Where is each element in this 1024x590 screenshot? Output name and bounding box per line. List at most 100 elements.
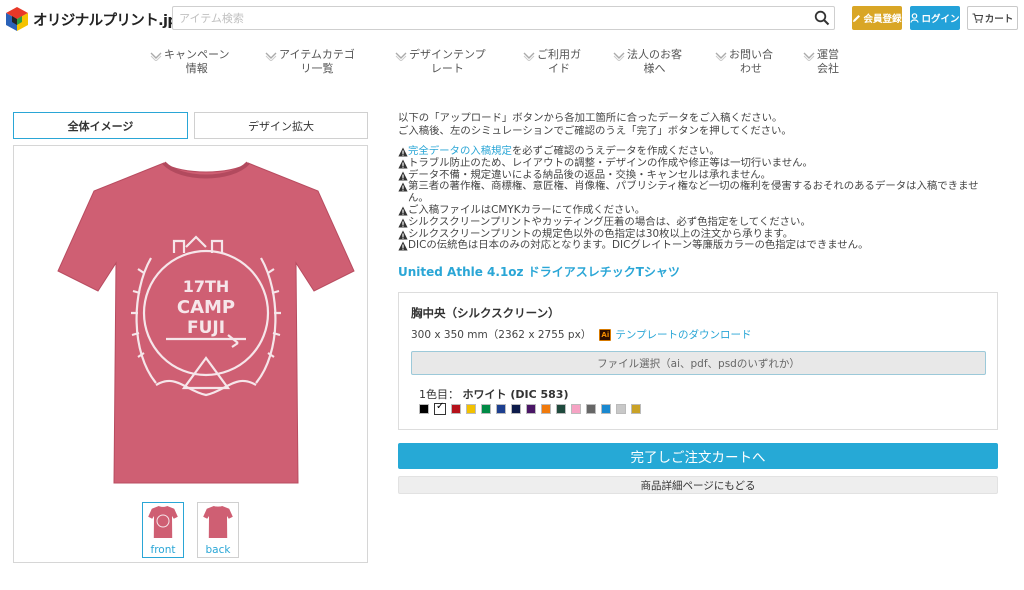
complete-order-button[interactable]: 完了しご注文カートへ (398, 443, 998, 469)
color-swatch[interactable] (526, 404, 536, 414)
cart-label: カート (984, 14, 1014, 25)
warning-icon (398, 171, 408, 181)
user-icon (910, 13, 920, 23)
color-swatch[interactable] (466, 404, 476, 414)
color-swatch[interactable] (451, 404, 461, 414)
illustrator-file-icon: Ai (599, 328, 612, 341)
nav-item-guide[interactable]: ご利用ガ イド (523, 48, 581, 76)
tab-design-zoom[interactable]: デザイン拡大 (194, 112, 368, 139)
note-2-text: トラブル防止のため、レイアウトの調整・デザインの作成や修正等は一切行いません。 (408, 156, 813, 169)
chevron-down-icon (150, 52, 162, 61)
cart-button[interactable]: カート (967, 6, 1018, 30)
note-item: シルクスクリーンプリントやカッティング圧着の場合は、必ず色指定をしてください。 (398, 215, 998, 229)
nav-label: 運営 会社 (817, 48, 839, 75)
print-line-3: FUJI (187, 318, 225, 338)
color-swatch[interactable] (419, 404, 429, 414)
color-swatches (419, 401, 641, 415)
tshirt-thumb-front (148, 506, 178, 538)
template-download-link[interactable]: テンプレートのダウンロード (615, 327, 751, 342)
nav-item-campaign[interactable]: キャンペーン 情報 (150, 48, 229, 76)
color-swatch[interactable] (541, 404, 551, 414)
nav-label: キャンペーン 情報 (164, 48, 230, 75)
note-1-text: を必ずご確認のうえデータを作成ください。 (511, 145, 720, 157)
color-swatch[interactable] (571, 404, 581, 414)
ink-color-selected: ホワイト (DIC 583) (462, 388, 569, 401)
thumb-front[interactable]: front (142, 502, 184, 558)
print-area-size: 300 x 350 mm（2362 x 2755 px） (411, 329, 592, 341)
search-icon[interactable] (814, 10, 830, 26)
nav-item-contact[interactable]: お問い合 わせ (715, 48, 773, 76)
note-5-text: ご入稿ファイルはCMYKカラーにて作成ください。 (408, 203, 646, 216)
data-rules-link[interactable]: 完全データの入稿規定 (408, 145, 512, 157)
thumb-front-label: front (150, 544, 176, 556)
nav-item-categories[interactable]: アイテムカテゴ リ一覧 (265, 48, 355, 76)
intro-line-2: ご入稿後、左のシミュレーションでご確認のうえ「完了」ボタンを押してください。 (398, 124, 792, 137)
shirt-preview: 17TH CAMP FUJI front back (13, 145, 368, 563)
color-swatch[interactable] (434, 401, 446, 415)
warning-icon (398, 218, 408, 228)
ink-color-prefix: 1色目： (419, 388, 459, 401)
note-6-text: シルクスクリーンプリントやカッティング圧着の場合は、必ず色指定をしてください。 (408, 215, 811, 228)
print-area-box: 胸中央（シルクスクリーン） 300 x 350 mm（2362 x 2755 p… (398, 292, 998, 430)
color-swatch[interactable] (481, 404, 491, 414)
warning-icon (398, 182, 408, 192)
tab-whole-image[interactable]: 全体イメージ (13, 112, 188, 139)
chevron-down-icon (265, 52, 277, 61)
upload-instructions: 以下の「アップロード」ボタンから各加工箇所に合ったデータをご入稿ください。 ご入… (398, 112, 998, 137)
color-swatch[interactable] (616, 404, 626, 414)
search-input[interactable] (173, 7, 793, 30)
login-button[interactable]: ログイン (910, 6, 960, 30)
warning-icon (398, 206, 408, 216)
login-label: ログイン (921, 14, 960, 25)
note-item: DICの伝統色は日本のみの対応となります。DICグレイトーン等廉版カラーの色指定… (398, 240, 998, 252)
chevron-down-icon (395, 52, 407, 61)
header: オリジナルプリント.jp 会員登録 ログイン カート (0, 0, 1024, 38)
site-logo[interactable]: オリジナルプリント.jp (4, 6, 178, 32)
print-area-size-row: 300 x 350 mm（2362 x 2755 px） Ai テンプレートのダ… (411, 327, 752, 342)
color-swatch[interactable] (631, 404, 641, 414)
color-swatch[interactable] (601, 404, 611, 414)
ink-color-row: 1色目： ホワイト (DIC 583) (419, 386, 568, 402)
cart-icon (972, 13, 983, 23)
nav-item-corporate[interactable]: 法人のお客 様へ (613, 48, 682, 76)
note-item: ご入稿ファイルはCMYKカラーにて作成ください。 (398, 203, 998, 217)
tshirt-thumb-back (203, 506, 233, 538)
chevron-down-icon (613, 52, 625, 61)
note-8-text: DICの伝統色は日本のみの対応となります。DICグレイトーン等廉版カラーの色指定… (408, 239, 869, 252)
thumb-back[interactable]: back (197, 502, 239, 558)
logo-cube-icon (6, 7, 28, 31)
back-to-product-button[interactable]: 商品詳細ページにもどる (398, 476, 998, 494)
nav-label: アイテムカテゴ リ一覧 (279, 48, 355, 75)
note-item: 第三者の著作権、商標権、意匠権、肖像権、パブリシティ権など一切の権利を侵害するお… (398, 181, 998, 205)
nav-label: 法人のお客 様へ (627, 48, 682, 75)
nav-label: お問い合 わせ (729, 48, 773, 75)
search-box (172, 6, 835, 30)
warning-icon (398, 159, 408, 169)
intro-line-1: 以下の「アップロード」ボタンから各加工箇所に合ったデータをご入稿ください。 (398, 112, 783, 124)
caution-notes: 完全データの入稿規定を必ずご確認のうえデータを作成ください。 トラブル防止のため… (398, 145, 998, 252)
file-select-button[interactable]: ファイル選択（ai、pdf、psdのいずれか） (411, 351, 986, 375)
color-swatch[interactable] (586, 404, 596, 414)
color-swatch[interactable] (556, 404, 566, 414)
print-line-1: 17TH (183, 277, 230, 296)
thumb-back-label: back (205, 544, 231, 556)
note-item: トラブル防止のため、レイアウトの調整・デザインの作成や修正等は一切行いません。 (398, 156, 998, 170)
pencil-icon (853, 14, 861, 22)
color-swatch[interactable] (511, 404, 521, 414)
register-button[interactable]: 会員登録 (852, 6, 902, 30)
warning-icon (398, 230, 408, 240)
note-4-text: 第三者の著作権、商標権、意匠権、肖像権、パブリシティ権など一切の権利を侵害するお… (408, 180, 979, 205)
chevron-down-icon (803, 52, 815, 61)
print-line-2: CAMP (177, 297, 235, 318)
tshirt-image: 17TH CAMP FUJI (57, 161, 355, 484)
logo-text: オリジナルプリント.jp (33, 12, 178, 29)
main-nav: キャンペーン 情報 アイテムカテゴ リ一覧 デザインテンプ レート ご利用ガ イ… (140, 48, 880, 82)
nav-item-company[interactable]: 運営 会社 (803, 48, 839, 76)
warning-icon (398, 241, 408, 251)
color-swatch[interactable] (496, 404, 506, 414)
warning-icon (398, 147, 408, 157)
register-label: 会員登録 (863, 14, 902, 25)
nav-item-templates[interactable]: デザインテンプ レート (395, 48, 486, 76)
nav-label: ご利用ガ イド (537, 48, 581, 75)
chevron-down-icon (523, 52, 535, 61)
